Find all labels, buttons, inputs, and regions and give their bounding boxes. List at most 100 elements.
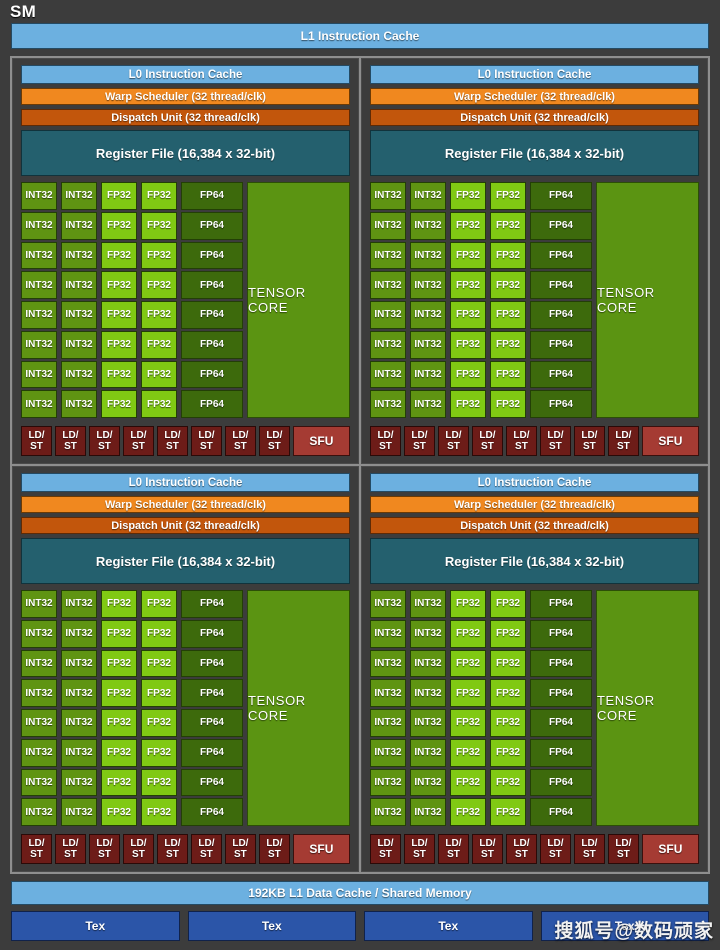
load-store-label-top: LD/ xyxy=(513,838,529,849)
load-store-label-top: LD/ xyxy=(377,430,393,441)
load-store-row: LD/STLD/STLD/STLD/STLD/STLD/STLD/STLD/ST… xyxy=(370,426,699,456)
l0-instruction-cache: L0 Instruction Cache xyxy=(370,473,699,492)
fp32-core: FP32 xyxy=(490,620,526,648)
load-store-label-bottom: ST xyxy=(268,849,281,860)
load-store-label-top: LD/ xyxy=(62,430,78,441)
fp32-core: FP32 xyxy=(141,182,177,210)
int32-core: INT32 xyxy=(21,212,57,240)
fp64-core: FP64 xyxy=(181,390,243,418)
load-store-label-bottom: ST xyxy=(481,849,494,860)
load-store-label-bottom: ST xyxy=(166,441,179,452)
sm-title: SM xyxy=(0,0,720,23)
int32-core: INT32 xyxy=(21,331,57,359)
int32-core: INT32 xyxy=(61,361,97,389)
load-store-unit: LD/ST xyxy=(404,834,435,864)
load-store-unit: LD/ST xyxy=(123,426,154,456)
warp-scheduler: Warp Scheduler (32 thread/clk) xyxy=(21,496,350,513)
fp64-core: FP64 xyxy=(181,679,243,707)
fp64-core: FP64 xyxy=(181,182,243,210)
int32-core: INT32 xyxy=(61,709,97,737)
fp32-core: FP32 xyxy=(101,709,137,737)
fp32-core: FP32 xyxy=(141,679,177,707)
load-store-unit: LD/ST xyxy=(55,426,86,456)
int32-core: INT32 xyxy=(370,361,406,389)
fp32-core: FP32 xyxy=(490,361,526,389)
load-store-unit: LD/ST xyxy=(608,426,639,456)
load-store-unit: LD/ST xyxy=(89,426,120,456)
load-store-row: LD/STLD/STLD/STLD/STLD/STLD/STLD/STLD/ST… xyxy=(21,834,350,864)
int32-core: INT32 xyxy=(61,650,97,678)
dispatch-unit: Dispatch Unit (32 thread/clk) xyxy=(21,109,350,126)
load-store-label-top: LD/ xyxy=(411,838,427,849)
int32-core: INT32 xyxy=(370,212,406,240)
int32-core: INT32 xyxy=(370,242,406,270)
load-store-label-top: LD/ xyxy=(62,838,78,849)
int32-core: INT32 xyxy=(21,679,57,707)
dispatch-unit: Dispatch Unit (32 thread/clk) xyxy=(370,517,699,534)
int32-core: INT32 xyxy=(61,242,97,270)
load-store-label-top: LD/ xyxy=(411,430,427,441)
fp32-core-column: FP32FP32FP32FP32FP32FP32FP32FP32 xyxy=(141,590,177,826)
int32-core-column: INT32INT32INT32INT32INT32INT32INT32INT32 xyxy=(21,590,57,826)
fp64-core: FP64 xyxy=(181,331,243,359)
load-store-label-bottom: ST xyxy=(447,849,460,860)
load-store-unit: LD/ST xyxy=(608,834,639,864)
fp32-core: FP32 xyxy=(141,739,177,767)
int32-core: INT32 xyxy=(410,650,446,678)
fp32-core: FP32 xyxy=(101,242,137,270)
core-matrix: INT32INT32INT32INT32INT32INT32INT32INT32… xyxy=(370,182,699,418)
load-store-label-top: LD/ xyxy=(445,838,461,849)
processing-block-grid: L0 Instruction Cache Warp Scheduler (32 t… xyxy=(10,56,710,874)
fp32-core-column: FP32FP32FP32FP32FP32FP32FP32FP32 xyxy=(490,182,526,418)
load-store-unit: LD/ST xyxy=(370,834,401,864)
load-store-label-top: LD/ xyxy=(130,430,146,441)
int32-core: INT32 xyxy=(61,590,97,618)
fp64-core: FP64 xyxy=(530,650,592,678)
load-store-label-bottom: ST xyxy=(549,849,562,860)
int32-core: INT32 xyxy=(410,212,446,240)
tensor-core: TENSOR CORE xyxy=(596,590,699,826)
fp32-core-column: FP32FP32FP32FP32FP32FP32FP32FP32 xyxy=(101,182,137,418)
fp32-core: FP32 xyxy=(101,620,137,648)
fp32-core: FP32 xyxy=(490,739,526,767)
int32-core: INT32 xyxy=(21,769,57,797)
register-file: Register File (16,384 x 32-bit) xyxy=(21,130,350,176)
load-store-label-top: LD/ xyxy=(164,838,180,849)
load-store-label-bottom: ST xyxy=(583,441,596,452)
fp32-core: FP32 xyxy=(450,769,486,797)
load-store-label-bottom: ST xyxy=(166,849,179,860)
load-store-label-bottom: ST xyxy=(98,441,111,452)
int32-core: INT32 xyxy=(370,182,406,210)
fp32-core: FP32 xyxy=(101,798,137,826)
fp32-core: FP32 xyxy=(490,679,526,707)
tensor-core-column: TENSOR CORE xyxy=(247,182,350,418)
fp32-core: FP32 xyxy=(101,212,137,240)
int32-core: INT32 xyxy=(61,331,97,359)
load-store-unit: LD/ST xyxy=(157,834,188,864)
fp32-core: FP32 xyxy=(141,590,177,618)
fp32-core: FP32 xyxy=(490,271,526,299)
load-store-label-top: LD/ xyxy=(547,838,563,849)
load-store-unit: LD/ST xyxy=(21,426,52,456)
fp32-core: FP32 xyxy=(450,620,486,648)
int32-core: INT32 xyxy=(370,650,406,678)
int32-core: INT32 xyxy=(410,390,446,418)
load-store-label-top: LD/ xyxy=(96,430,112,441)
sfu-unit: SFU xyxy=(642,426,699,456)
core-matrix: INT32INT32INT32INT32INT32INT32INT32INT32… xyxy=(21,590,350,826)
fp32-core: FP32 xyxy=(141,620,177,648)
l1-instruction-cache-block: L1 Instruction Cache xyxy=(11,23,709,49)
fp32-core: FP32 xyxy=(490,650,526,678)
load-store-label-bottom: ST xyxy=(515,849,528,860)
load-store-unit: LD/ST xyxy=(123,834,154,864)
int32-core: INT32 xyxy=(61,798,97,826)
fp32-core: FP32 xyxy=(490,390,526,418)
fp32-core: FP32 xyxy=(450,242,486,270)
load-store-unit: LD/ST xyxy=(55,834,86,864)
load-store-row: LD/STLD/STLD/STLD/STLD/STLD/STLD/STLD/ST… xyxy=(21,426,350,456)
load-store-unit: LD/ST xyxy=(574,834,605,864)
fp64-core: FP64 xyxy=(530,620,592,648)
load-store-unit: LD/ST xyxy=(506,834,537,864)
fp32-core: FP32 xyxy=(450,590,486,618)
int32-core: INT32 xyxy=(370,331,406,359)
